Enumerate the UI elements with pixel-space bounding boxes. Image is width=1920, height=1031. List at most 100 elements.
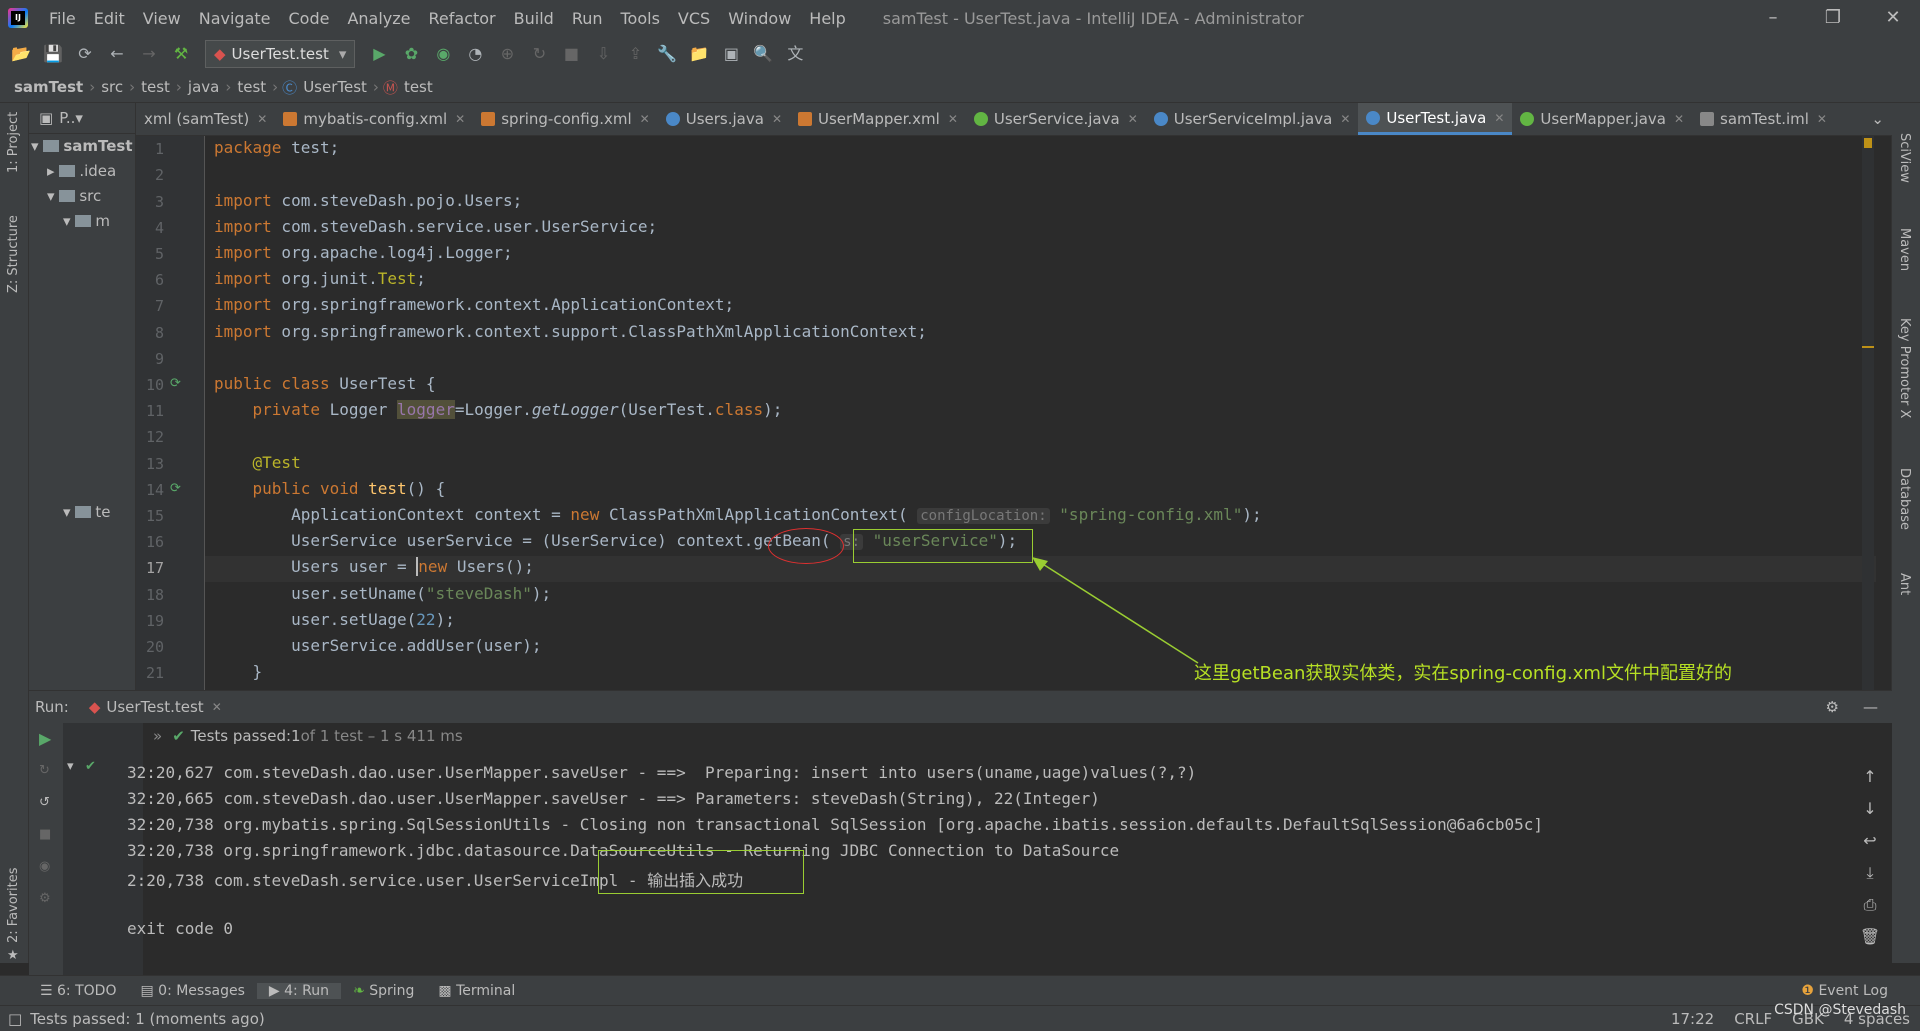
build-hammer-icon[interactable]: ⚒ bbox=[168, 41, 194, 67]
update-icon[interactable]: ⇩ bbox=[590, 41, 616, 67]
rerun-icon[interactable]: ↻ bbox=[526, 41, 552, 67]
spring-tab[interactable]: ❧ Spring bbox=[341, 983, 426, 999]
menu-code[interactable]: Code bbox=[280, 9, 339, 28]
code-editor[interactable]: 1 2 3 4 5 6 7 8 9 10 11 12 13 14 15 16 1… bbox=[136, 136, 1876, 690]
menu-window[interactable]: Window bbox=[719, 9, 800, 28]
settings-wrench-icon[interactable]: 🔧 bbox=[654, 41, 680, 67]
back-icon[interactable]: ← bbox=[104, 41, 130, 67]
breadcrumb-project[interactable]: samTest bbox=[0, 78, 89, 96]
editor-scrollbar[interactable] bbox=[1862, 136, 1874, 690]
menu-navigate[interactable]: Navigate bbox=[190, 9, 280, 28]
ant-tool-button[interactable]: Ant bbox=[1897, 573, 1912, 595]
breadcrumb-method[interactable]: test bbox=[398, 78, 439, 96]
close-icon[interactable]: ✕ bbox=[212, 700, 222, 714]
menu-help[interactable]: Help bbox=[800, 9, 854, 28]
run-icon[interactable]: ▶ bbox=[366, 41, 392, 67]
project-view-select[interactable]: P..▾ bbox=[59, 109, 83, 127]
run-config-select[interactable]: ◆ UserTest.test ▾ bbox=[205, 40, 356, 68]
stop-icon[interactable]: ■ bbox=[39, 827, 51, 842]
menu-build[interactable]: Build bbox=[505, 9, 563, 28]
tab-userservice-java[interactable]: UserService.java ✕ bbox=[966, 103, 1146, 135]
save-icon[interactable]: 💾 bbox=[40, 41, 66, 67]
close-icon[interactable]: ✕ bbox=[1866, 0, 1920, 36]
tab-mybatis-config[interactable]: mybatis-config.xml ✕ bbox=[275, 103, 473, 135]
menu-edit[interactable]: Edit bbox=[85, 9, 134, 28]
menu-file[interactable]: File bbox=[40, 9, 85, 28]
tab-usermapper-java[interactable]: UserMapper.java ✕ bbox=[1512, 103, 1692, 135]
close-icon[interactable]: ✕ bbox=[1340, 112, 1350, 126]
close-icon[interactable]: ✕ bbox=[1128, 112, 1138, 126]
run-test-method-icon[interactable]: ⟳ bbox=[170, 481, 181, 496]
menu-analyze[interactable]: Analyze bbox=[338, 9, 419, 28]
hide-panel-icon[interactable]: — bbox=[1863, 698, 1878, 716]
forward-icon[interactable]: → bbox=[136, 41, 162, 67]
terminal-tab[interactable]: ▩ Terminal bbox=[426, 983, 527, 999]
debug-icon[interactable]: ✿ bbox=[398, 41, 424, 67]
close-icon[interactable]: ✕ bbox=[1817, 112, 1827, 126]
run-config-tab[interactable]: ◆ UserTest.test ✕ bbox=[89, 698, 222, 716]
sync-icon[interactable]: ⟳ bbox=[72, 41, 98, 67]
maven-tool-button[interactable]: Maven bbox=[1897, 228, 1912, 271]
tab-usermapper-xml[interactable]: UserMapper.xml ✕ bbox=[790, 103, 966, 135]
breadcrumb-package[interactable]: test bbox=[231, 78, 272, 96]
menu-run[interactable]: Run bbox=[563, 9, 612, 28]
database-tool-button[interactable]: Database bbox=[1897, 468, 1912, 530]
project-panel-header[interactable]: ▣ P..▾ bbox=[29, 103, 135, 134]
tree-item-test[interactable]: ▾ te bbox=[63, 500, 110, 525]
breadcrumb-java[interactable]: java bbox=[182, 78, 225, 96]
restore-icon[interactable]: ❐ bbox=[1806, 0, 1860, 36]
menu-tools[interactable]: Tools bbox=[612, 9, 669, 28]
close-icon[interactable]: ✕ bbox=[640, 112, 650, 126]
menu-view[interactable]: View bbox=[134, 9, 190, 28]
camera-icon[interactable]: ◉ bbox=[39, 859, 50, 874]
close-icon[interactable]: ✕ bbox=[1674, 112, 1684, 126]
breadcrumb-test[interactable]: test bbox=[135, 78, 176, 96]
trash-icon[interactable]: 🗑 bbox=[1858, 921, 1882, 953]
project-structure-icon[interactable]: 📁 bbox=[686, 41, 712, 67]
breadcrumb-src[interactable]: src bbox=[95, 78, 129, 96]
close-icon[interactable]: ✕ bbox=[1494, 111, 1504, 125]
run-tab[interactable]: ▶ 4: Run bbox=[256, 983, 342, 999]
search-icon[interactable]: 🔍 bbox=[750, 41, 776, 67]
tree-item-root[interactable]: ▾ samTest bbox=[29, 134, 135, 159]
toggle-auto-test-icon[interactable]: ↺ bbox=[39, 795, 50, 810]
close-icon[interactable]: ✕ bbox=[257, 112, 267, 126]
up-arrow-icon[interactable]: ↑ bbox=[1858, 761, 1882, 793]
tabs-dropdown-icon[interactable]: ⌄ bbox=[1863, 103, 1892, 135]
todo-tab[interactable]: ☰ 6: TODO bbox=[0, 983, 128, 999]
print-icon[interactable]: ⎙ bbox=[1858, 889, 1882, 921]
open-folder-icon[interactable]: 📂 bbox=[8, 41, 34, 67]
sciview-tool-button[interactable]: SciView bbox=[1897, 133, 1912, 183]
run-test-class-icon[interactable]: ⟳ bbox=[170, 376, 181, 391]
structure-tool-button[interactable]: Z: Structure bbox=[6, 215, 21, 293]
soft-wrap-icon[interactable]: ↩ bbox=[1858, 825, 1882, 857]
caret-position[interactable]: 17:22 bbox=[1661, 1010, 1724, 1028]
rerun-failed-icon[interactable]: ↻ bbox=[39, 763, 50, 778]
translate-icon[interactable]: 文 bbox=[782, 41, 808, 67]
tab-xml-samtest[interactable]: xml (samTest) ✕ bbox=[136, 103, 275, 135]
favorites-tool-button[interactable]: 2: Favorites bbox=[6, 867, 21, 943]
tree-item-src[interactable]: ▾ src bbox=[29, 184, 135, 209]
sdk-icon[interactable]: ▣ bbox=[718, 41, 744, 67]
status-message[interactable]: Tests passed: 1 (moments ago) bbox=[30, 1010, 265, 1028]
attach-icon[interactable]: ⊕ bbox=[494, 41, 520, 67]
close-icon[interactable]: ✕ bbox=[948, 112, 958, 126]
tab-userserviceimpl-java[interactable]: UserServiceImpl.java ✕ bbox=[1146, 103, 1359, 135]
tree-item-main[interactable]: ▾ m bbox=[29, 209, 135, 234]
menu-refactor[interactable]: Refactor bbox=[420, 9, 505, 28]
event-log-tab[interactable]: ❶ Event Log bbox=[1789, 983, 1900, 999]
tab-samtest-iml[interactable]: samTest.iml ✕ bbox=[1692, 103, 1835, 135]
stop-icon[interactable]: ■ bbox=[558, 41, 584, 67]
expand-icon[interactable]: ▾ bbox=[67, 759, 74, 774]
scroll-to-end-icon[interactable]: ⤓ bbox=[1858, 857, 1882, 889]
breadcrumb-class[interactable]: UserTest bbox=[297, 78, 373, 96]
gear-icon[interactable]: ⚙ bbox=[1826, 698, 1839, 716]
expand-more-icon[interactable]: » bbox=[153, 727, 162, 745]
menu-vcs[interactable]: VCS bbox=[669, 9, 719, 28]
settings-icon[interactable]: ⚙ bbox=[39, 891, 51, 906]
tree-item-idea[interactable]: ▸ .idea bbox=[29, 159, 135, 184]
down-arrow-icon[interactable]: ↓ bbox=[1858, 793, 1882, 825]
vcs-icon[interactable]: ⇪ bbox=[622, 41, 648, 67]
toggle-tool-windows-icon[interactable]: □ bbox=[0, 1010, 22, 1028]
minimize-icon[interactable]: – bbox=[1746, 0, 1800, 36]
